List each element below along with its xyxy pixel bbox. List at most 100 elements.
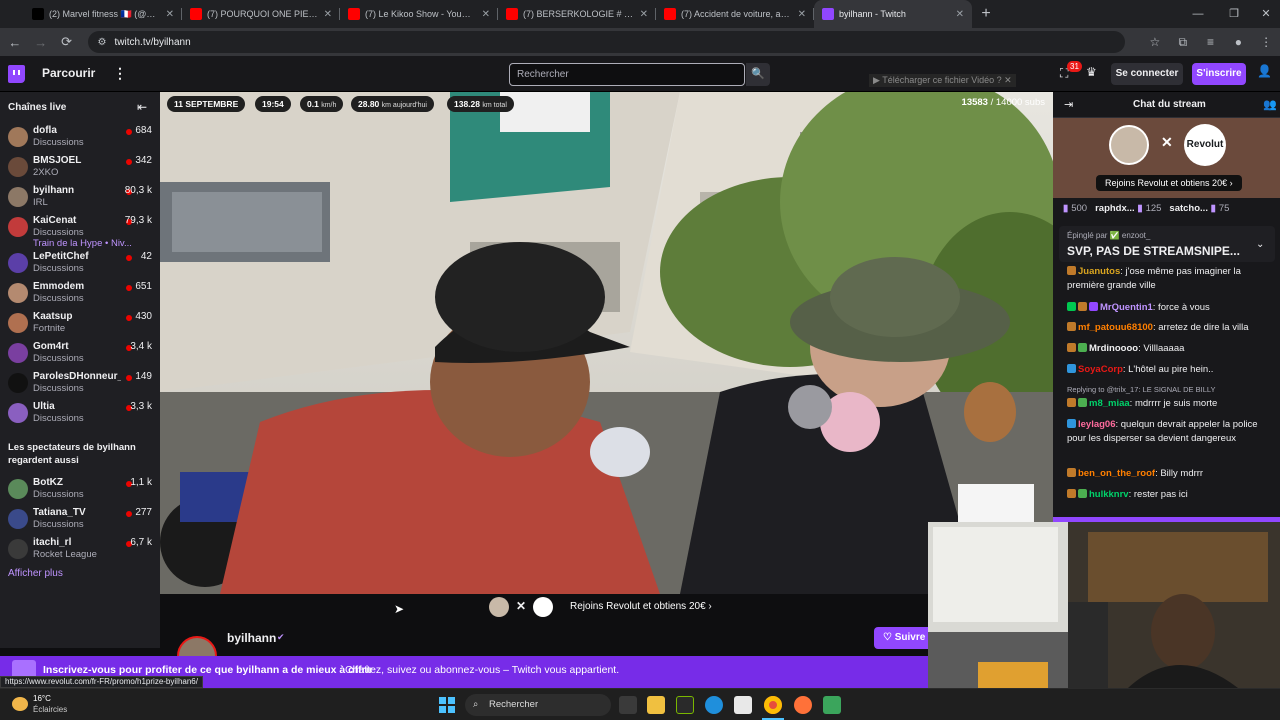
browser-tab[interactable]: (7) Accident de voiture, agressi ✕ [656,0,814,28]
browse-link[interactable]: Parcourir [42,66,95,80]
sidebar-channel[interactable]: ParolesDHonneur_ Discussions 149 [0,368,160,398]
chat-message[interactable]: hulkknrv: rester pas ici [1067,488,1273,502]
tab-close-icon[interactable]: ✕ [798,9,806,20]
channel-name[interactable]: byilhann [227,631,276,645]
taskbar-search[interactable]: ⌕ Rechercher [465,694,611,716]
browser-tab[interactable]: (2) Marvel fitness 🇫🇷 (@Marvel_ ✕ [24,0,182,28]
tab-close-icon[interactable]: ✕ [640,9,648,20]
tab-close-icon[interactable]: ✕ [482,9,490,20]
bookmark-star-icon[interactable]: ☆ [1141,35,1169,49]
browser-tab[interactable]: (7) Le Kikoo Show - YouTube ✕ [340,0,498,28]
browser-menu-icon[interactable]: ⋮ [1252,35,1280,49]
pinned-message[interactable]: Épinglé par ✅ enzoot_ SVP, PAS DE STREAM… [1059,226,1275,262]
close-window-button[interactable]: ✕ [1248,0,1280,28]
community-icon[interactable]: 👥 [1263,98,1277,111]
edge-icon[interactable] [705,696,723,714]
chat-message[interactable]: ben_on_the_roof: Billy mdrrr [1067,467,1273,481]
chat-leaderboard[interactable]: ▮ 500 raphdx... ▮ 125 satcho... ▮ 75 [1053,198,1280,220]
sidebar-channel[interactable]: BMSJOEL 2XKO 342 [0,152,160,182]
maximize-button[interactable]: ❐ [1216,0,1252,28]
chat-badge-icon [1067,468,1076,477]
extensions-icon[interactable]: ⧉ [1169,35,1197,50]
revolut-logo-icon [533,597,553,617]
sidebar-channel[interactable]: itachi_rl Rocket League 6,7 k [0,534,160,564]
nvidia-icon[interactable] [676,696,694,714]
tab-favicon-icon [32,8,44,20]
chat-username[interactable]: ben_on_the_roof [1078,468,1155,479]
video-player[interactable]: 11 SEPTEMBRE 19:54 0.1 km/h 28.80 km auj… [160,92,1053,594]
collapse-sidebar-icon[interactable]: ⇤ [137,100,147,114]
tab-close-icon[interactable]: ✕ [956,9,964,20]
revolut-promo-bar[interactable]: ✕ Rejoins Revolut et obtiens 20€ › ➤ [160,594,928,620]
search-icon: ⌕ [473,699,479,710]
chat-message[interactable]: mf_patouu68100: arretez de dire la villa [1067,321,1273,335]
new-tab-button[interactable]: + [972,0,1000,28]
chat-revolut-promo[interactable]: ✕ Revolut Rejoins Revolut et obtiens 20€… [1053,118,1280,198]
sidebar-channel[interactable]: dofla Discussions 684 [0,122,160,152]
chevron-down-icon[interactable]: ⌄ [1256,239,1264,250]
store-icon[interactable] [734,696,752,714]
tab-close-icon[interactable]: ✕ [324,9,332,20]
sidebar-channel[interactable]: Gom4rt Discussions 3,4 k [0,338,160,368]
more-menu-icon[interactable]: ⋮ [113,65,127,82]
channel-name: itachi_rl [33,537,72,548]
user-menu-icon[interactable]: 👤 [1257,64,1272,78]
media-controls-icon[interactable]: ≡ [1197,35,1225,49]
revolut-cta-button[interactable]: Rejoins Revolut et obtiens 20€ › [1096,175,1242,191]
sidebar-channel[interactable]: BotKZ Discussions 1,1 k [0,474,160,504]
chat-badge-icon [1067,489,1076,498]
browser-tab[interactable]: (7) BERSERKOLOGIE # 1 - L' arc ✕ [498,0,656,28]
sidebar-channel[interactable]: LePetitChef Discussions 42 [0,248,160,278]
chat-username[interactable]: hulkknrv [1089,489,1129,500]
profile-icon[interactable]: ● [1224,35,1252,49]
chat-message[interactable]: m8_miaa: mdrrrr je suis morte [1067,397,1273,411]
prime-crown-icon[interactable]: ♛ [1086,65,1097,79]
chat-username[interactable]: Mrdinoooo [1089,343,1138,354]
file-explorer-icon[interactable] [647,696,665,714]
search-input[interactable]: Rechercher [509,63,745,86]
sidebar-channel[interactable]: byilhann IRL 80,3 k [0,182,160,212]
tab-close-icon[interactable]: ✕ [166,9,174,20]
channel-avatar [8,283,28,303]
expand-chat-icon[interactable]: ⇥ [1064,98,1073,111]
browser-tab[interactable]: byilhann - Twitch ✕ [814,0,972,28]
show-more-link[interactable]: Afficher plus [8,568,63,579]
site-info-icon[interactable]: ⚙ [98,37,107,48]
browser-tab[interactable]: (7) POURQUOI ONE PIECE DEVI ✕ [182,0,340,28]
reload-icon[interactable]: ⟳ [56,34,78,50]
download-video-bar[interactable]: ▶ Télécharger ce fichier Vidéo ? ✕ [869,74,1016,87]
chat-username[interactable]: MrQuentin1 [1100,302,1153,313]
chat-message[interactable]: Mrdinoooo: Villlaaaaa [1067,342,1273,356]
chat-message[interactable]: leylag06: quelqun devrait appeler la pol… [1067,418,1273,446]
chat-message[interactable]: Juanutos: j'ose même pas imaginer la pre… [1067,265,1273,293]
twitch-logo-icon[interactable] [8,65,25,83]
signup-button[interactable]: S'inscrire [1192,63,1246,85]
start-icon[interactable] [439,697,455,713]
search-icon[interactable]: 🔍 [746,63,770,86]
sidebar-channel[interactable]: Ultia Discussions 3,3 k [0,398,160,428]
chat-message[interactable]: SoyaCorp: L'hôtel au pire hein.. [1067,363,1273,377]
forward-icon[interactable]: → [30,35,52,50]
chat-username[interactable]: Juanutos [1078,266,1120,277]
url-field[interactable]: ⚙ twitch.tv/byilhann [87,31,1126,53]
sidebar-channel[interactable]: Kaatsup Fortnite 430 [0,308,160,338]
app-icon[interactable] [823,696,841,714]
chat-message[interactable]: MrQuentin1: force à vous [1067,301,1273,315]
channel-name: Tatiana_TV [33,507,86,518]
login-button[interactable]: Se connecter [1111,63,1183,85]
leaderboard-amount: 500 [1071,203,1088,214]
sidebar-channel[interactable]: KaiCenat Discussions 79,3 k Train de la Hyp… [0,212,160,249]
firefox-icon[interactable] [794,696,812,714]
chat-username[interactable]: m8_miaa [1089,398,1130,409]
sidebar-channel[interactable]: Emmodem Discussions 651 [0,278,160,308]
chrome-icon[interactable] [764,696,782,714]
chat-username[interactable]: leylag06 [1078,419,1116,430]
task-view-icon[interactable] [619,696,637,714]
chat-username[interactable]: SoyaCorp [1078,364,1123,375]
sidebar-channel[interactable]: Tatiana_TV Discussions 277 [0,504,160,534]
follow-button[interactable]: ♡ Suivre [874,627,934,649]
streamer-avatar [489,597,509,617]
back-icon[interactable]: ← [4,35,26,50]
chat-username[interactable]: mf_patouu68100 [1078,322,1153,333]
minimize-button[interactable]: — [1180,0,1216,28]
